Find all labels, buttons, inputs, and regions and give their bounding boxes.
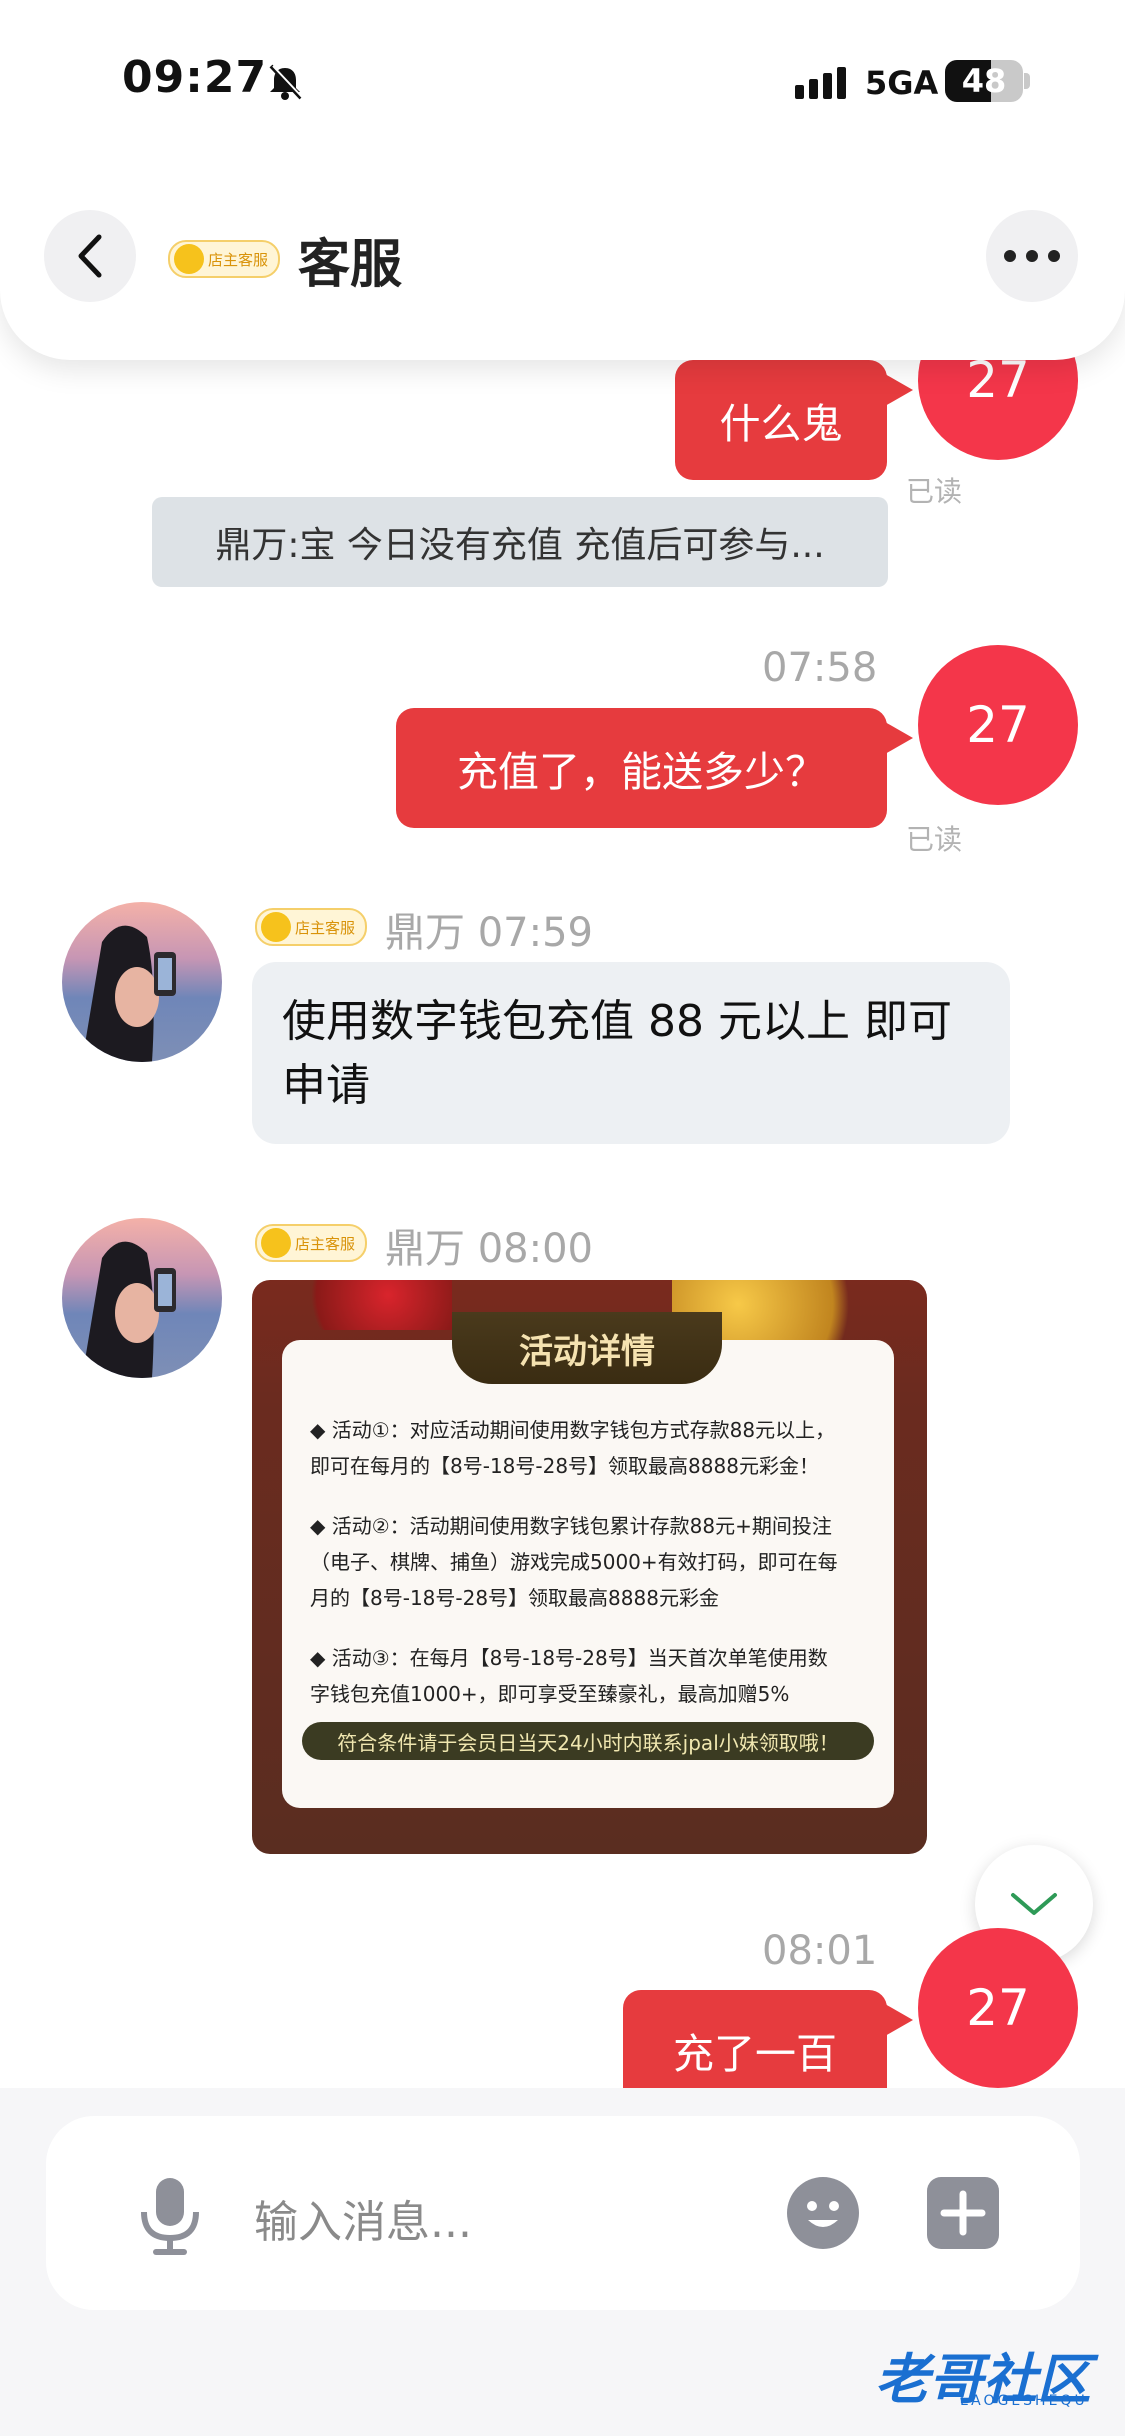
read-status: 已读: [906, 475, 963, 508]
bubble-tail: [885, 2004, 913, 2036]
message-text: 充了一百: [673, 2030, 837, 2078]
signal-icon: [795, 67, 846, 99]
page-title: 客服: [298, 235, 403, 295]
role-badge: 店主客服: [255, 1224, 368, 1262]
coin-decoration: [292, 1280, 452, 1330]
promo-text-line: 字钱包充值1000+，即可享受至臻豪礼，最高加赠5%: [310, 1682, 790, 1706]
role-badge: 店主客服: [168, 240, 281, 278]
promo-text-line: ◆ 活动①：对应活动期间使用数字钱包方式存款88元以上，: [310, 1418, 836, 1442]
crown-icon: [174, 244, 204, 274]
back-button[interactable]: [44, 210, 136, 302]
promo-text-line: （电子、棋牌、捕鱼）游戏完成5000+有效打码，即可在每: [310, 1550, 838, 1574]
avatar[interactable]: 27: [918, 1928, 1078, 2088]
battery-tip: [1024, 73, 1030, 89]
chevron-left-icon: [78, 234, 102, 278]
promo-title: 活动详情: [452, 1312, 722, 1384]
message-time: 08:01: [762, 1928, 878, 1974]
more-icon: [1004, 250, 1060, 262]
avatar-photo-icon: [82, 925, 176, 1062]
role-badge-label: 店主客服: [208, 250, 269, 269]
message-time: 07:58: [762, 645, 878, 691]
role-badge: 店主客服: [255, 908, 368, 946]
sender-time: 鼎万 08:00: [385, 1226, 593, 1272]
avatar[interactable]: 27: [918, 645, 1078, 805]
message-bubble-received[interactable]: 使用数字钱包充值 88 元以上 即可申请: [252, 962, 1010, 1144]
bell-muted-icon: [269, 64, 304, 100]
message-input[interactable]: 输入消息...: [254, 2186, 472, 2250]
bubble-tail: [885, 722, 913, 754]
message-bubble-sent[interactable]: 什么鬼: [675, 360, 887, 480]
avatar[interactable]: [62, 1218, 222, 1378]
microphone-icon[interactable]: [136, 2176, 204, 2256]
header: 09:27 5GA 48 店主客服 客服: [0, 0, 1125, 360]
promo-text-line: ◆ 活动②：活动期间使用数字钱包累计存款88元+期间投注: [310, 1514, 832, 1538]
promo-text-line: 月的【8号-18号-28号】领取最高8888元彩金: [310, 1586, 719, 1610]
promo-footer: 符合条件请于会员日当天24小时内联系jpal小妹领取哦！: [302, 1722, 874, 1760]
message-text: 充值了，能送多少？: [457, 748, 826, 796]
add-icon[interactable]: [926, 2176, 1000, 2250]
message-text: 什么鬼: [719, 400, 843, 448]
more-button[interactable]: [986, 210, 1078, 302]
bubble-tail: [885, 374, 913, 406]
role-badge-label: 店主客服: [295, 918, 356, 937]
status-time: 09:27: [122, 52, 268, 103]
sender-time: 鼎万 07:59: [385, 910, 593, 956]
crown-icon: [261, 1228, 291, 1258]
battery-icon: 48: [945, 60, 1023, 102]
system-message[interactable]: 鼎万:宝 今日没有充值 充值后可参与...: [152, 497, 888, 587]
message-composer: 输入消息...: [46, 2116, 1080, 2310]
chevron-down-icon: [1011, 1893, 1057, 1915]
read-status: 已读: [906, 823, 963, 856]
network-label: 5GA: [865, 64, 939, 102]
message-text: 使用数字钱包充值 88 元以上 即可申请: [282, 996, 952, 1111]
emoji-icon[interactable]: [786, 2176, 860, 2250]
battery-level: 48: [961, 62, 1007, 100]
system-message-text: 鼎万:宝 今日没有充值 充值后可参与...: [215, 525, 825, 566]
avatar[interactable]: [62, 902, 222, 1062]
avatar-label: 27: [966, 696, 1030, 754]
role-badge-label: 店主客服: [295, 1234, 356, 1253]
watermark-subtext: LAOGESHEQU: [960, 2393, 1088, 2409]
promo-image[interactable]: 活动详情 ◆ 活动①：对应活动期间使用数字钱包方式存款88元以上， 即可在每月的…: [252, 1280, 927, 1854]
promo-text-line: 即可在每月的【8号-18号-28号】领取最高8888元彩金！: [310, 1454, 819, 1478]
crown-icon: [261, 912, 291, 942]
avatar-photo-icon: [82, 1241, 176, 1378]
avatar-label: 27: [966, 1979, 1030, 2037]
message-bubble-sent[interactable]: 充值了，能送多少？: [396, 708, 887, 828]
promo-text-line: ◆ 活动③：在每月【8号-18号-28号】当天首次单笔使用数: [310, 1646, 828, 1670]
